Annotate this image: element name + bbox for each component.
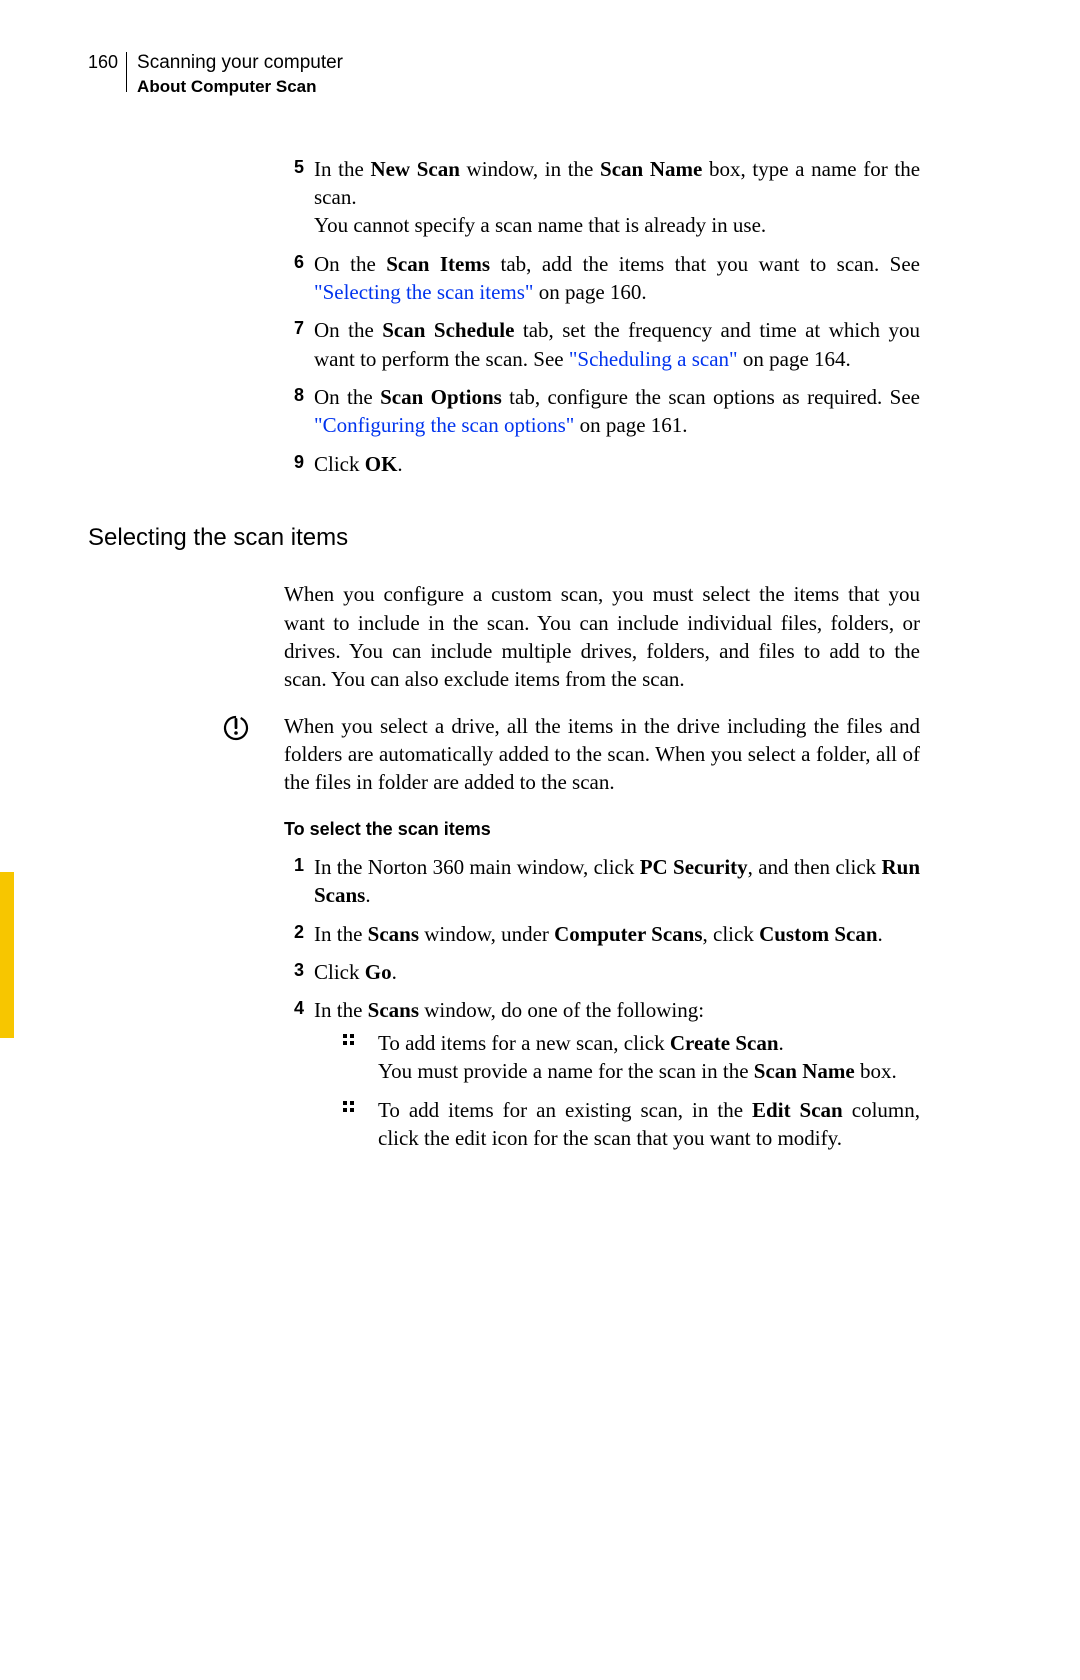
bullet-item: To add items for a new scan, click Creat… [342,1029,920,1086]
bold-term: Scan Name [600,157,702,181]
step-item: 7 On the Scan Schedule tab, set the frequ… [284,316,920,373]
section-heading: Selecting the scan items [88,522,980,554]
step-text: In the New Scan window, in the Scan Name… [314,155,920,212]
step-text: On the Scan Schedule tab, set the freque… [314,316,920,373]
cross-reference-link[interactable]: "Selecting the scan items" [314,280,534,304]
bold-term: Custom Scan [759,922,877,946]
page: 160 Scanning your computer About Compute… [0,0,1080,1680]
bullet-item: To add items for an existing scan, in th… [342,1096,920,1153]
step-number: 5 [284,155,304,179]
step-text: In the Scans window, do one of the follo… [314,996,920,1024]
step-text: To add items for an existing scan, in th… [378,1096,920,1153]
page-number: 160 [88,50,118,74]
step-number: 8 [284,383,304,407]
bold-term: Scans [368,998,419,1022]
header-separator [126,52,127,92]
steps-list-a: 5 In the New Scan window, in the Scan Nam… [284,155,920,478]
step-text: On the Scan Options tab, configure the s… [314,383,920,440]
page-edge-tab [0,872,14,1038]
bold-term: Computer Scans [554,922,702,946]
step-item: 9 Click OK. [284,450,920,478]
step-item: 1 In the Norton 360 main window, click PC… [284,853,920,910]
step-text: Click Go. [314,958,920,986]
step-item: 4 In the Scans window, do one of the foll… [284,996,920,1152]
bold-term: Create Scan [670,1031,779,1055]
step-text: In the Norton 360 main window, click PC … [314,853,920,910]
square-bullet-icon [342,1033,356,1047]
substeps-title: To select the scan items [284,817,920,841]
step-item: 3 Click Go. [284,958,920,986]
bold-term: Scan Name [754,1059,855,1083]
bold-term: PC Security [640,855,748,879]
cross-reference-link[interactable]: "Scheduling a scan" [569,347,738,371]
note-paragraph: When you select a drive, all the items i… [284,712,920,797]
warning-icon [222,714,250,742]
step-item: 2 In the Scans window, under Computer Sca… [284,920,920,948]
step-number: 1 [284,853,304,877]
step-text: To add items for a new scan, click Creat… [378,1029,920,1057]
square-bullet-icon [342,1100,356,1114]
bold-term: Scans [368,922,419,946]
step-text: In the Scans window, under Computer Scan… [314,920,920,948]
header-chapter: Scanning your computer [137,50,343,76]
step-item: 8 On the Scan Options tab, configure the … [284,383,920,440]
bold-term: Scan Items [386,252,490,276]
bold-term: New Scan [370,157,459,181]
step-text: Click OK. [314,450,920,478]
step-item: 6 On the Scan Items tab, add the items th… [284,250,920,307]
cross-reference-link[interactable]: "Configuring the scan options" [314,413,574,437]
step-number: 3 [284,958,304,982]
step-number: 2 [284,920,304,944]
header-section: About Computer Scan [137,76,343,99]
step-text: On the Scan Items tab, add the items tha… [314,250,920,307]
bold-term: Scan Options [380,385,502,409]
step-text: You must provide a name for the scan in … [378,1057,920,1085]
page-header: 160 Scanning your computer About Compute… [88,50,980,99]
step-text: You cannot specify a scan name that is a… [314,211,920,239]
step-number: 6 [284,250,304,274]
note-block: When you select a drive, all the items i… [284,712,920,797]
step-number: 9 [284,450,304,474]
intro-paragraph: When you configure a custom scan, you mu… [284,580,920,693]
bold-term: Run Scans [314,855,920,907]
steps-list-b: 1 In the Norton 360 main window, click PC… [284,853,920,1152]
step-number: 7 [284,316,304,340]
sub-bullet-list: To add items for a new scan, click Creat… [342,1029,920,1152]
bold-term: OK [365,452,398,476]
bold-term: Scan Schedule [382,318,514,342]
bold-term: Go [365,960,392,984]
bold-term: Edit Scan [752,1098,843,1122]
step-item: 5 In the New Scan window, in the Scan Nam… [284,155,920,240]
step-number: 4 [284,996,304,1020]
body-column: 5 In the New Scan window, in the Scan Nam… [284,155,920,478]
